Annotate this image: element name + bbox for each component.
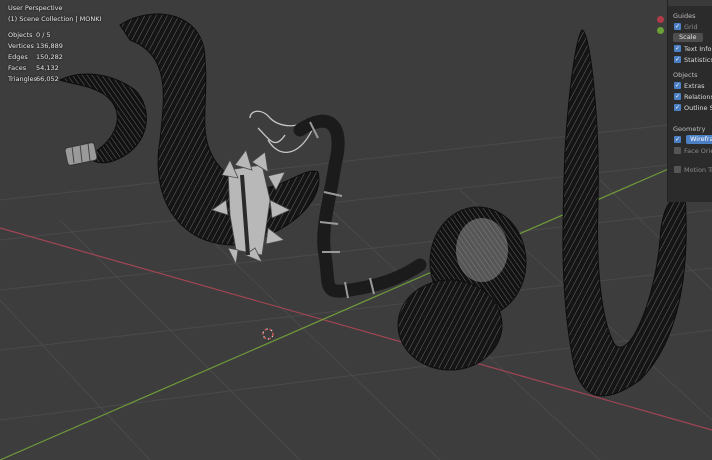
stat-value: 136,889 <box>36 42 63 50</box>
stat-label: Edges <box>8 53 28 61</box>
stat-triangles: Triangles 66,052 <box>8 74 101 85</box>
stat-label: Objects <box>8 31 33 39</box>
outline-selected-option[interactable]: ✓ Outline Sele <box>674 102 712 113</box>
stat-value: 54,132 <box>36 64 59 72</box>
view-name: User Perspective <box>8 4 63 12</box>
geometry-section-label: Geometry <box>673 125 706 133</box>
stat-value: 150,282 <box>36 53 63 61</box>
outline-label: Outline Sele <box>684 103 712 112</box>
statistics-option[interactable]: ✓ Statistics <box>674 54 712 65</box>
stat-objects: Objects 0 / 5 <box>8 30 101 41</box>
grid-option[interactable]: ✓ Grid ✓ <box>674 21 712 32</box>
scene-canvas[interactable] <box>0 0 712 460</box>
stat-value: 66,052 <box>36 75 59 83</box>
fur-ball-highlight <box>456 218 508 282</box>
horn-mouthpiece <box>64 142 98 166</box>
grid-label: Grid <box>684 22 698 31</box>
wireframe-option[interactable]: ✓ Wireframe <box>674 134 712 145</box>
3d-viewport[interactable]: User Perspective (1) Scene Collection | … <box>0 0 712 460</box>
scale-option[interactable]: Scale <box>668 32 712 43</box>
extras-checkbox[interactable]: ✓ <box>674 82 681 89</box>
gizmo-x-icon[interactable] <box>657 16 664 23</box>
pipe <box>293 114 427 298</box>
stat-label: Vertices <box>8 42 34 50</box>
panel-header <box>668 0 712 6</box>
relationship-label: Relationship <box>684 92 712 101</box>
3d-cursor[interactable] <box>262 328 274 340</box>
relationship-option[interactable]: ✓ Relationship <box>674 91 712 102</box>
face-orientation-checkbox[interactable] <box>674 147 681 154</box>
grid-checkbox[interactable]: ✓ <box>674 23 681 30</box>
statistics-label: Statistics <box>684 55 712 64</box>
stat-faces: Faces 54,132 <box>8 63 101 74</box>
spiked-ring <box>211 149 291 266</box>
stat-edges: Edges 150,282 <box>8 52 101 63</box>
stat-value: 0 / 5 <box>36 31 51 39</box>
wireframe-checkbox[interactable]: ✓ <box>674 136 681 143</box>
fur-ball-lower <box>397 279 503 371</box>
scene-collection: (1) Scene Collection | MONKI <box>8 15 102 23</box>
face-orientation-label: Face Orient <box>684 146 712 155</box>
statistics-checkbox[interactable]: ✓ <box>674 56 681 63</box>
viewport-info: User Perspective (1) Scene Collection | … <box>8 3 101 85</box>
wireframe-slider[interactable]: Wireframe <box>686 135 712 144</box>
text-info-option[interactable]: ✓ Text Info <box>674 43 712 54</box>
extras-option[interactable]: ✓ Extras <box>674 80 712 91</box>
motion-tracking-checkbox[interactable] <box>674 166 681 173</box>
extras-label: Extras <box>684 81 705 90</box>
guides-section-label: Guides <box>673 12 696 20</box>
scale-field[interactable]: Scale <box>673 33 703 42</box>
face-orientation-option[interactable]: Face Orient <box>674 145 712 156</box>
motion-tracking-label: Motion Trac <box>684 165 712 174</box>
y-axis-line <box>0 149 712 460</box>
relationship-checkbox[interactable]: ✓ <box>674 93 681 100</box>
gizmo-y-icon[interactable] <box>657 27 664 34</box>
objects-section-label: Objects <box>673 71 698 79</box>
motion-tracking-option[interactable]: Motion Trac <box>674 164 712 175</box>
text-info-checkbox[interactable]: ✓ <box>674 45 681 52</box>
stat-label: Triangles <box>8 75 37 83</box>
stat-vertices: Vertices 136,889 <box>8 41 101 52</box>
stat-label: Faces <box>8 64 27 72</box>
viewport-overlays-panel: Guides ✓ Grid ✓ Scale ✓ Text Info ✓ Stat… <box>667 0 712 202</box>
text-info-label: Text Info <box>684 44 712 53</box>
outline-checkbox[interactable]: ✓ <box>674 104 681 111</box>
